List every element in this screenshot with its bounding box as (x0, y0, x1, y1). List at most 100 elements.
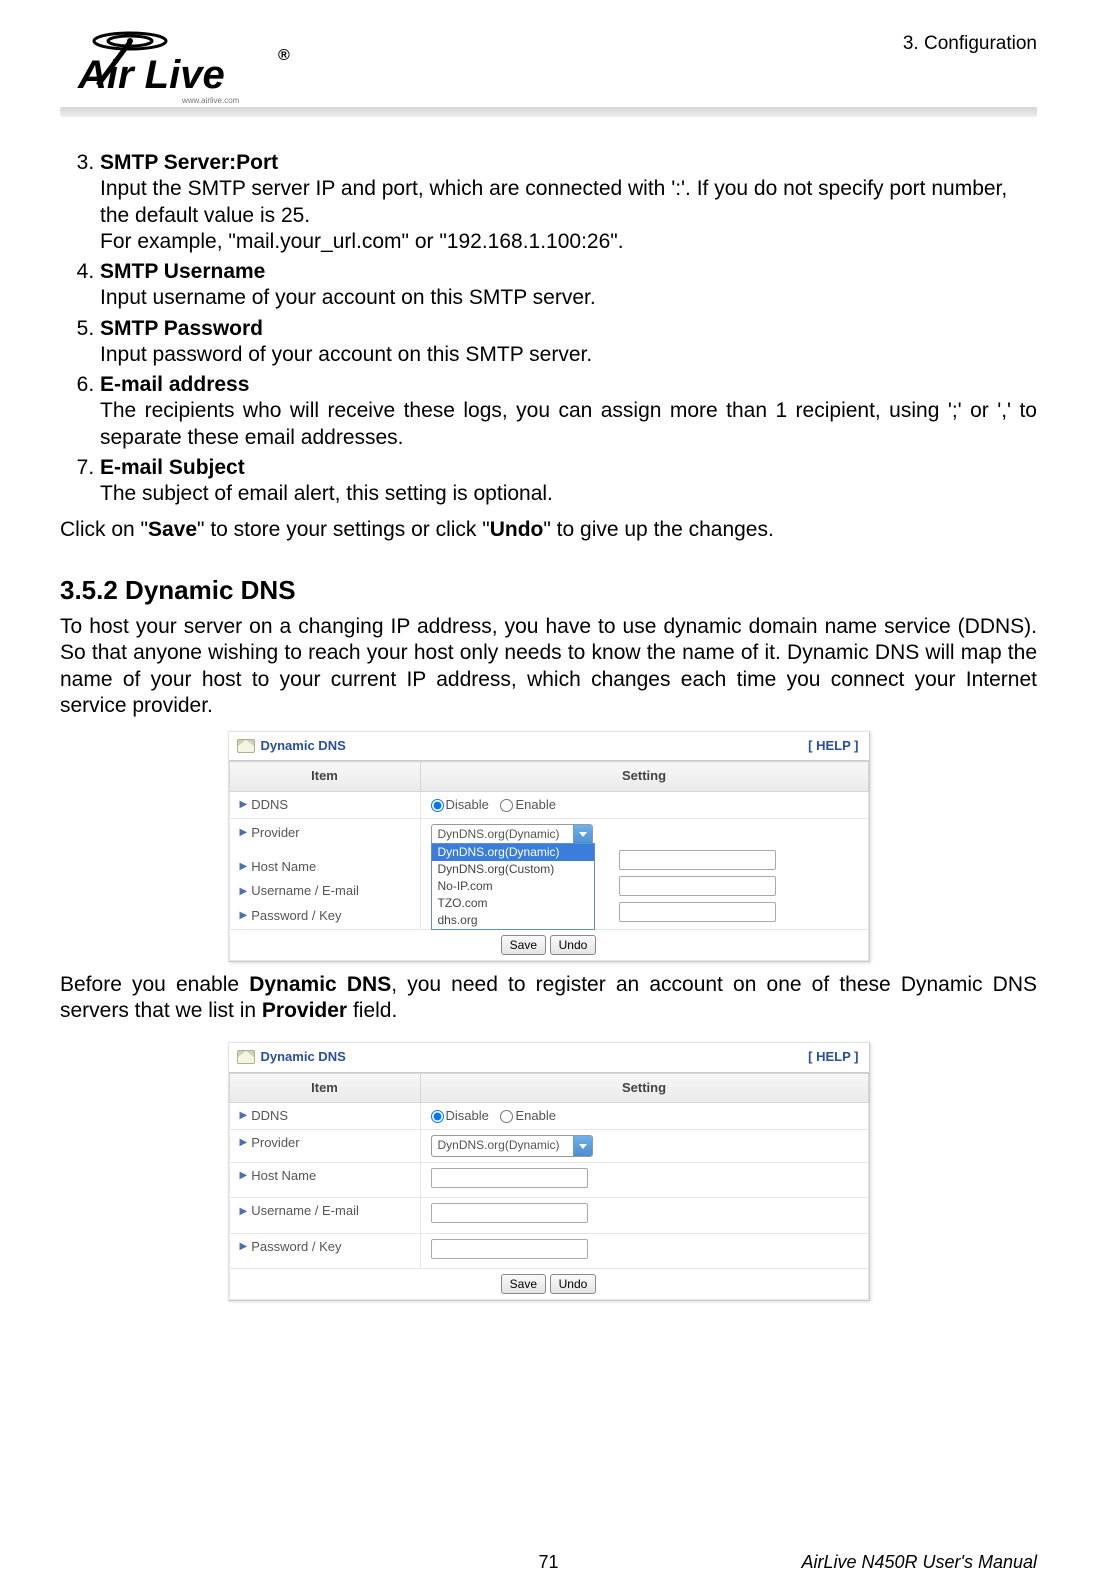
triangle-icon: ▶ (240, 1137, 248, 1150)
save-button[interactable]: Save (501, 1274, 546, 1294)
undo-button[interactable]: Undo (550, 935, 597, 955)
row-label-provider: Provider (251, 825, 299, 840)
dropdown-arrow-button[interactable] (573, 825, 592, 845)
mail-icon (237, 1050, 255, 1064)
dropdown-option[interactable]: DynDNS.org(Custom) (432, 861, 594, 878)
list-item: E-mail address The recipients who will r… (100, 372, 1037, 451)
radio-label-enable: Enable (515, 1108, 555, 1123)
password-input[interactable] (619, 902, 776, 922)
undo-button[interactable]: Undo (550, 1274, 597, 1294)
text: field. (347, 999, 397, 1022)
text: " to store your settings or click " (197, 518, 490, 541)
password-input[interactable] (431, 1239, 588, 1259)
undo-bold: Undo (490, 518, 544, 541)
triangle-icon: ▶ (240, 1110, 248, 1123)
triangle-icon: ▶ (240, 861, 248, 874)
li-title: SMTP Server:Port (100, 151, 278, 174)
row-label-host: Host Name (251, 1168, 316, 1183)
header-divider (60, 107, 1037, 117)
numbered-list: SMTP Server:Port Input the SMTP server I… (60, 150, 1037, 507)
col-item: Item (229, 1073, 420, 1102)
radio-enable[interactable] (500, 799, 513, 812)
mail-icon (237, 739, 255, 753)
panel-title: Dynamic DNS (261, 1049, 346, 1065)
triangle-icon: ▶ (240, 827, 248, 840)
triangle-icon: ▶ (240, 1206, 248, 1219)
li-body: For example, "mail.your_url.com" or "192… (100, 229, 1037, 255)
triangle-icon: ▶ (240, 886, 248, 899)
dropdown-value: DynDNS.org(Dynamic) (432, 1136, 573, 1156)
help-link[interactable]: [ HELP ] (808, 1049, 858, 1065)
dynamic-dns-panel-open: Dynamic DNS [ HELP ] Item Setting ▶DDNS … (228, 731, 870, 962)
li-body: Input the SMTP server IP and port, which… (100, 176, 1037, 229)
col-item: Item (229, 762, 420, 791)
li-title: E-mail Subject (100, 456, 245, 479)
page-number: 71 (538, 1552, 558, 1573)
provider-dropdown-list[interactable]: DynDNS.org(Dynamic) DynDNS.org(Custom) N… (431, 843, 595, 930)
section-heading: 3.5.2 Dynamic DNS (60, 574, 1037, 607)
hostname-input[interactable] (619, 850, 776, 870)
radio-enable[interactable] (500, 1110, 513, 1123)
radio-label-enable: Enable (515, 797, 555, 812)
hostname-input[interactable] (431, 1168, 588, 1188)
li-title: E-mail address (100, 373, 249, 396)
help-link[interactable]: [ HELP ] (808, 738, 858, 754)
radio-label-disable: Disable (446, 797, 489, 812)
row-label-host: Host Name (251, 859, 316, 874)
save-bold: Save (148, 518, 197, 541)
dropdown-option[interactable]: No-IP.com (432, 878, 594, 895)
intro-paragraph: To host your server on a changing IP add… (60, 614, 1037, 719)
triangle-icon: ▶ (240, 1241, 248, 1254)
row-label-provider: Provider (251, 1135, 299, 1150)
dropdown-option[interactable]: dhs.org (432, 912, 594, 929)
dropdown-option[interactable]: DynDNS.org(Dynamic) (432, 844, 594, 861)
li-title: SMTP Username (100, 260, 265, 283)
col-setting: Setting (420, 1073, 868, 1102)
triangle-icon: ▶ (240, 799, 248, 812)
bold-text: Dynamic DNS (249, 973, 391, 996)
save-button[interactable]: Save (501, 935, 546, 955)
dropdown-value: DynDNS.org(Dynamic) (432, 825, 573, 845)
li-body: The recipients who will receive these lo… (100, 398, 1037, 451)
triangle-icon: ▶ (240, 910, 248, 923)
row-label-ddns: DDNS (251, 1108, 288, 1123)
dropdown-arrow-button[interactable] (573, 1136, 592, 1156)
li-body: The subject of email alert, this setting… (100, 481, 1037, 507)
list-item: SMTP Server:Port Input the SMTP server I… (100, 150, 1037, 255)
svg-text:®: ® (278, 47, 290, 64)
radio-disable[interactable] (431, 1110, 444, 1123)
airlive-logo: Air Live ® www.airlive.com (60, 25, 320, 109)
before-paragraph: Before you enable Dynamic DNS, you need … (60, 972, 1037, 1025)
list-item: SMTP Username Input username of your acc… (100, 259, 1037, 312)
chapter-label: 3. Configuration (903, 33, 1037, 55)
svg-text:Air Live: Air Live (77, 53, 225, 97)
dynamic-dns-panel-closed: Dynamic DNS [ HELP ] Item Setting ▶DDNS … (228, 1042, 870, 1301)
provider-dropdown[interactable]: DynDNS.org(Dynamic) (431, 1135, 593, 1157)
triangle-icon: ▶ (240, 1170, 248, 1183)
li-body: Input username of your account on this S… (100, 285, 1037, 311)
username-input[interactable] (431, 1203, 588, 1223)
row-label-user: Username / E-mail (251, 883, 359, 898)
text: Before you enable (60, 973, 249, 996)
svg-text:www.airlive.com: www.airlive.com (181, 96, 240, 105)
chevron-down-icon (579, 832, 587, 837)
manual-name: AirLive N450R User's Manual (801, 1552, 1037, 1573)
row-label-pass: Password / Key (251, 1239, 341, 1254)
li-body: Input password of your account on this S… (100, 342, 1037, 368)
text: " to give up the changes. (543, 518, 773, 541)
row-label-ddns: DDNS (251, 797, 288, 812)
username-input[interactable] (619, 876, 776, 896)
col-setting: Setting (420, 762, 868, 791)
radio-disable[interactable] (431, 799, 444, 812)
li-title: SMTP Password (100, 317, 263, 340)
list-item: SMTP Password Input password of your acc… (100, 316, 1037, 369)
save-undo-para: Click on "Save" to store your settings o… (60, 517, 1037, 543)
chevron-down-icon (579, 1144, 587, 1149)
row-label-user: Username / E-mail (251, 1203, 359, 1218)
row-label-pass: Password / Key (251, 908, 341, 923)
panel-title: Dynamic DNS (261, 738, 346, 754)
radio-label-disable: Disable (446, 1108, 489, 1123)
dropdown-option[interactable]: TZO.com (432, 895, 594, 912)
list-item: E-mail Subject The subject of email aler… (100, 455, 1037, 508)
bold-text: Provider (262, 999, 347, 1022)
